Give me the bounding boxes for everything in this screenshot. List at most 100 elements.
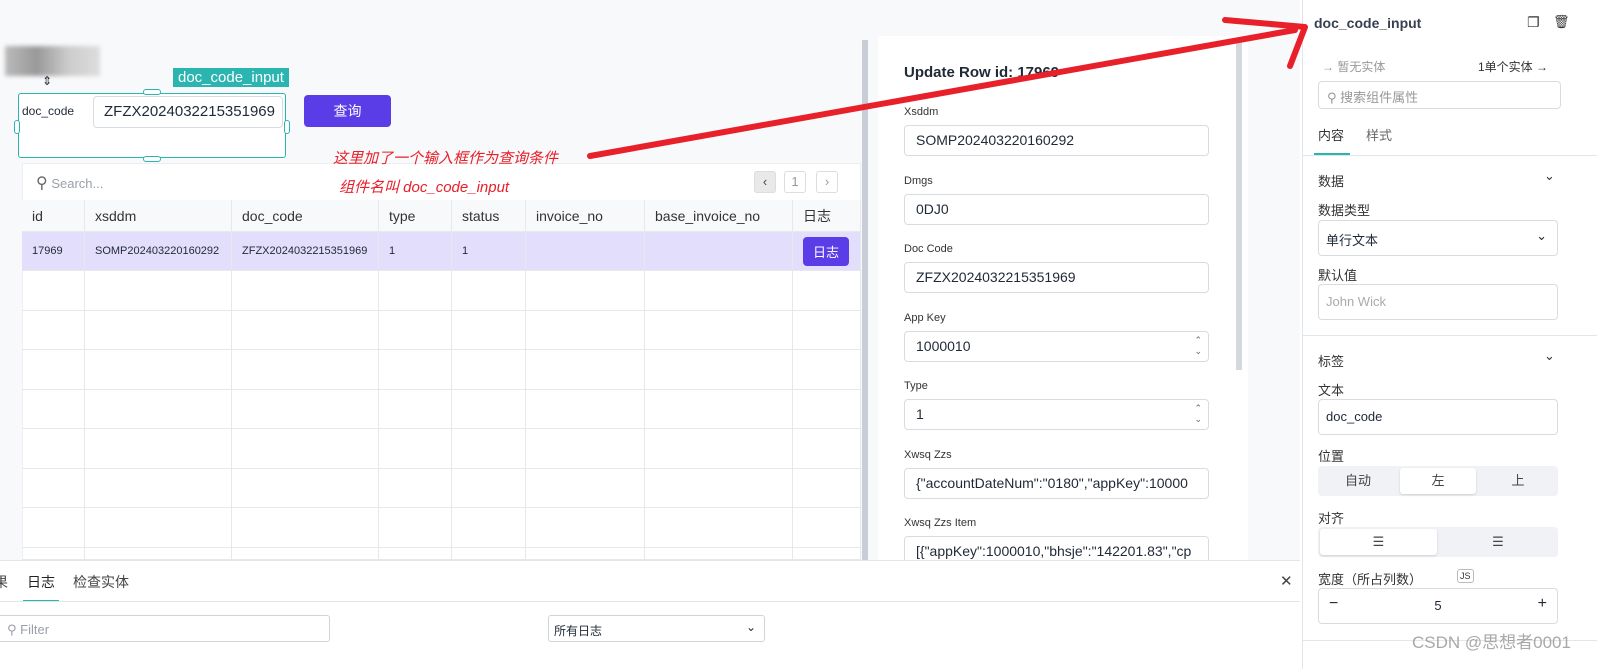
table-cell	[379, 508, 452, 547]
tab-logs[interactable]: 日志	[27, 572, 55, 592]
tab-results[interactable]: 果	[0, 572, 8, 592]
table-cell	[22, 468, 85, 507]
text-label: 文本	[1318, 383, 1345, 398]
data-section-header[interactable]: 数据	[1318, 171, 1344, 190]
table-row	[22, 547, 861, 560]
close-icon[interactable]: ✕	[1280, 572, 1293, 590]
field-label: Type	[904, 380, 928, 392]
data-type-select[interactable]: 单行文本 ⌄	[1318, 220, 1558, 256]
column-header[interactable]: type	[379, 200, 452, 231]
table-cell	[645, 547, 793, 559]
table-cell	[526, 271, 645, 310]
align-right-icon[interactable]: ☰	[1440, 529, 1556, 555]
table-cell	[793, 350, 861, 389]
table-cell	[452, 310, 526, 349]
align-label: 对齐	[1318, 511, 1345, 526]
table-cell	[85, 468, 232, 507]
table-cell	[526, 232, 645, 270]
data-type-label: 数据类型	[1318, 203, 1371, 218]
table-cell	[452, 271, 526, 310]
entity-count-text: 1单个实体	[1478, 60, 1533, 74]
position-left[interactable]: 左	[1400, 468, 1476, 494]
resize-gap-icon[interactable]: ⇕	[42, 74, 52, 88]
filter-placeholder: Filter	[20, 622, 50, 637]
align-left-icon[interactable]: ☰	[1320, 529, 1437, 555]
tab-inspect-entity[interactable]: 检查实体	[73, 572, 129, 592]
table-row	[22, 468, 861, 508]
table-cell: SOMP202403220160292	[85, 232, 232, 270]
log-filter-input[interactable]: ⚲ Filter	[0, 615, 330, 642]
divider	[1302, 155, 1597, 156]
property-search-input[interactable]: ⚲ 搜索组件属性	[1318, 81, 1561, 109]
field-input[interactable]: SOMP202403220160292	[904, 125, 1209, 156]
field-label: Xsddm	[904, 106, 939, 118]
plus-icon[interactable]: +	[1538, 595, 1547, 613]
js-toggle-badge[interactable]: JS	[1457, 569, 1474, 583]
chevron-down-icon[interactable]: ⌄	[1544, 348, 1555, 364]
page-number[interactable]: 1	[784, 171, 806, 193]
table-cell	[526, 389, 645, 428]
chevron-down-icon[interactable]: ⌄	[1544, 168, 1555, 184]
row-log-button[interactable]: 日志	[803, 236, 850, 266]
entity-count-link[interactable]: 1单个实体 →	[1478, 58, 1548, 75]
query-button[interactable]: 查询	[304, 95, 391, 127]
canvas-scrollbar[interactable]	[862, 40, 868, 560]
form-scrollbar[interactable]	[1236, 40, 1242, 370]
field-input[interactable]: {"accountDateNum":"0180","appKey":10000	[904, 467, 1209, 499]
field-input[interactable]: 1 ⌃ ⌄	[904, 399, 1209, 430]
position-top[interactable]: 上	[1478, 468, 1558, 494]
column-header[interactable]: id	[22, 200, 85, 231]
column-header[interactable]: invoice_no	[526, 200, 645, 231]
chevron-down-icon: ⌄	[1536, 228, 1547, 243]
log-level-select[interactable]: 所有日志 ⌄	[548, 615, 765, 642]
table-row	[22, 389, 861, 429]
table-row	[22, 429, 861, 469]
table-cell	[526, 547, 645, 559]
field-input[interactable]: 0DJ0	[904, 193, 1209, 225]
table-header-row: id xsddm doc_code type status invoice_no base_…	[22, 200, 861, 232]
column-header[interactable]: base_invoice_no	[645, 200, 793, 231]
table-cell	[645, 350, 793, 389]
table-cell	[379, 310, 452, 349]
field-value: [{"appKey":1000010,"bhsje":"142201.83","…	[916, 543, 1192, 559]
copy-icon[interactable]: ❐	[1527, 14, 1540, 31]
position-auto[interactable]: 自动	[1318, 468, 1398, 494]
tab-style[interactable]: 样式	[1366, 125, 1392, 144]
next-page-button[interactable]: ›	[816, 171, 838, 193]
table-row[interactable]: 17969 SOMP202403220160292 ZFZX202403221535…	[22, 232, 861, 271]
prev-page-button[interactable]: ‹	[754, 171, 776, 193]
table-cell	[85, 508, 232, 547]
label-section-header[interactable]: 标签	[1318, 351, 1344, 370]
inspector-title: doc_code_input	[1314, 15, 1422, 31]
resize-handle-bottom[interactable]	[143, 156, 161, 162]
table-cell	[85, 547, 232, 559]
resize-handle-top[interactable]	[143, 89, 161, 95]
column-header[interactable]: doc_code	[232, 200, 379, 231]
field-input[interactable]: 1000010 ⌃ ⌄	[904, 330, 1209, 362]
trash-icon[interactable]: 🗑	[1553, 14, 1570, 30]
position-segmented-control: 自动 左 上	[1318, 466, 1558, 496]
field-input[interactable]: ZFZX2024032215351969	[904, 262, 1209, 293]
label-text-input[interactable]: doc_code	[1318, 399, 1558, 435]
resize-handle-right[interactable]	[284, 120, 290, 134]
column-header[interactable]: xsddm	[85, 200, 232, 231]
tab-content[interactable]: 内容	[1318, 125, 1344, 144]
table-search[interactable]: ⚲ Search...	[36, 173, 103, 193]
number-spinner-icon[interactable]: ⌃ ⌄	[1194, 335, 1202, 357]
table-cell	[232, 310, 379, 349]
doc-code-input[interactable]: ZFZX2024032215351969	[93, 96, 283, 128]
minus-icon[interactable]: −	[1329, 595, 1338, 613]
column-header[interactable]: 日志	[793, 200, 861, 231]
number-spinner-icon[interactable]: ⌃ ⌄	[1194, 403, 1202, 425]
table-cell	[22, 271, 85, 310]
field-label: Doc Code	[904, 243, 953, 255]
table-row	[22, 310, 861, 350]
table-cell	[22, 310, 85, 349]
table-cell	[452, 547, 526, 559]
resize-handle-left[interactable]	[14, 120, 20, 134]
default-value-input[interactable]: John Wick	[1318, 284, 1558, 320]
no-entity-link[interactable]: → 暂无实体	[1322, 58, 1385, 75]
column-header[interactable]: status	[452, 200, 526, 231]
width-stepper[interactable]: − 5 +	[1318, 588, 1558, 624]
table-cell	[379, 350, 452, 389]
